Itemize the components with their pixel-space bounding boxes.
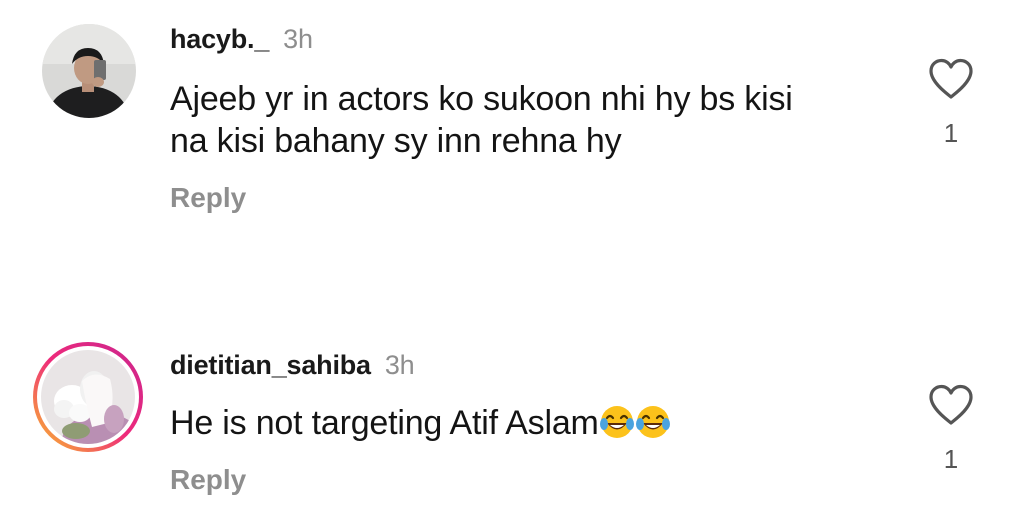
comment-item: hacyb._ 3h Ajeeb yr in actors ko sukoon n… bbox=[0, 0, 1024, 260]
reply-button[interactable]: Reply bbox=[170, 464, 246, 496]
comment-text: He is not targeting Atif Aslam bbox=[170, 402, 671, 444]
comment-username-row: hacyb._ 3h bbox=[170, 24, 313, 55]
user-avatar-story-ring[interactable] bbox=[32, 341, 144, 453]
comment-text-line: na kisi bahany sy inn rehna hy bbox=[170, 122, 622, 160]
avatar-photo-icon bbox=[42, 24, 136, 118]
username[interactable]: hacyb._ bbox=[170, 24, 269, 54]
laughing-crying-emoji-icon bbox=[599, 406, 634, 438]
user-avatar[interactable] bbox=[42, 24, 136, 118]
comment-timestamp: 3h bbox=[283, 24, 313, 54]
comment-item: dietitian_sahiba 3h He is not targeting A… bbox=[0, 300, 1024, 531]
comment-text-content: He is not targeting Atif Aslam bbox=[170, 404, 599, 442]
like-heart-icon[interactable] bbox=[928, 384, 974, 426]
username[interactable]: dietitian_sahiba bbox=[170, 350, 371, 380]
reply-button[interactable]: Reply bbox=[170, 182, 246, 214]
like-count: 1 bbox=[943, 118, 959, 148]
comment-text: Ajeeb yr in actors ko sukoon nhi hy bs k… bbox=[170, 78, 793, 162]
like-count: 1 bbox=[943, 444, 959, 474]
comment-username-row: dietitian_sahiba 3h bbox=[170, 350, 415, 381]
comment-timestamp: 3h bbox=[384, 350, 415, 380]
comment-text-line: Ajeeb yr in actors ko sukoon nhi hy bs k… bbox=[170, 80, 793, 118]
like-heart-icon[interactable] bbox=[928, 58, 974, 100]
comment-text-line: He is not targeting Atif Aslam bbox=[170, 402, 671, 444]
laughing-crying-emoji-icon bbox=[635, 406, 670, 438]
avatar-photo-icon bbox=[33, 342, 143, 452]
